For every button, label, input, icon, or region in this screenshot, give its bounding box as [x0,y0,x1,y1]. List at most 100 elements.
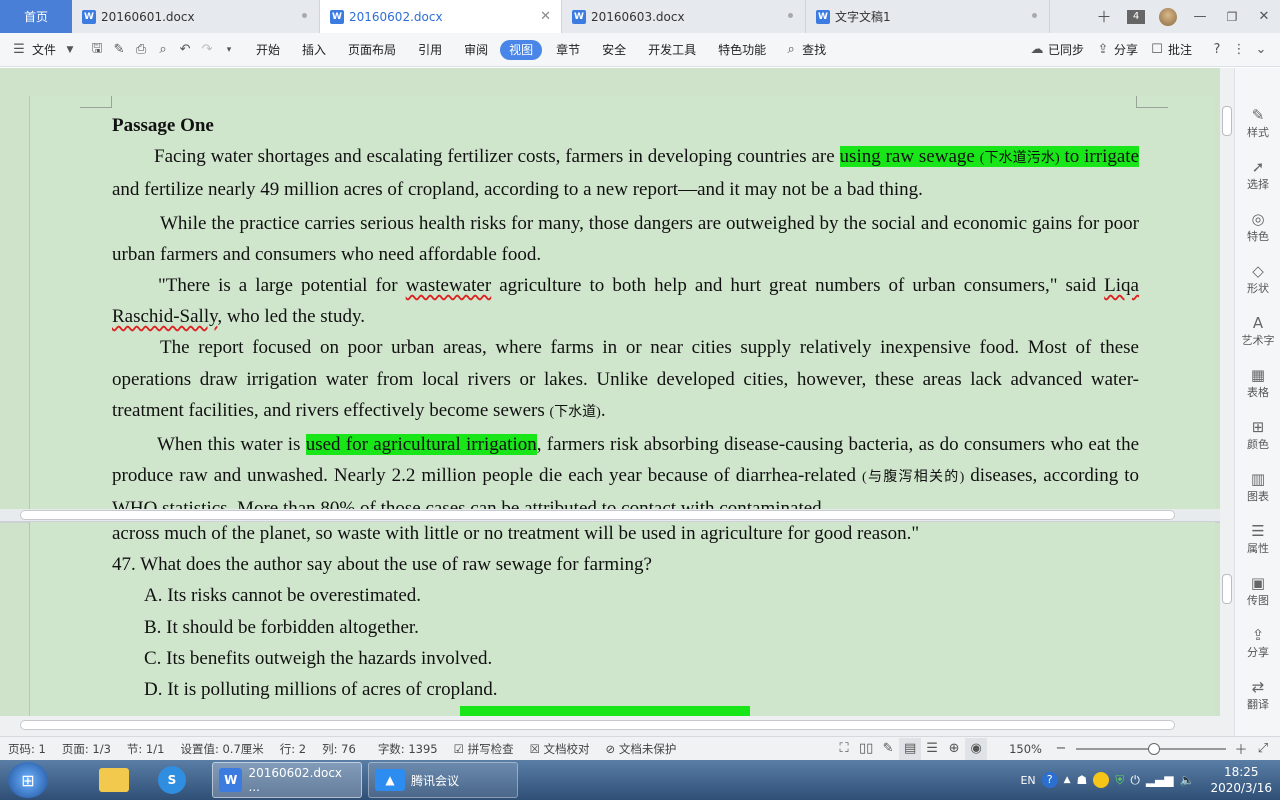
explorer-icon[interactable] [88,762,140,798]
new-tab-plus-icon[interactable]: ＋ [1088,0,1120,33]
quick-access-more-icon[interactable]: ▾ [218,39,240,61]
document-text-upper[interactable]: Passage One Facing water shortages and e… [112,110,1140,525]
restore-icon[interactable]: ❐ [1216,0,1248,33]
zoom-out-icon[interactable]: − [1050,738,1072,760]
panel-select[interactable]: ➚ 选择 [1235,158,1280,192]
wps-task-button[interactable]: W 20160602.docx ... [212,762,362,798]
menu-item-start[interactable]: 开始 [248,40,288,60]
document-text-lower[interactable]: across much of the planet, so waste with… [112,518,1139,716]
menu-item-developer[interactable]: 开发工具 [640,40,704,60]
read-mode-icon[interactable]: ▯▯ [855,738,877,760]
panel-wordart[interactable]: A 艺术字 [1235,314,1280,348]
save-icon[interactable]: 🖫 [86,39,108,61]
page-view-icon[interactable]: ▤ [899,737,922,760]
vertical-scroll-thumb-lower[interactable] [1222,574,1232,604]
spell-check-button[interactable]: ☑ 拼写检查 [446,741,522,757]
chevron-down-icon[interactable]: ▼ [64,39,76,61]
tab-home[interactable]: 首页 [0,0,72,33]
minimize-icon[interactable]: — [1184,0,1216,33]
panel-properties[interactable]: ☰ 属性 [1235,522,1280,556]
status-word-count[interactable]: 字数: 1395 [370,741,446,757]
feature-icon: ◎ [1251,210,1265,228]
sogou-icon[interactable]: S [146,762,198,798]
zoom-level[interactable]: 150% [1001,742,1050,756]
menu-item-security[interactable]: 安全 [594,40,634,60]
tab-bar: 首页 W 20160601.docx W 20160602.docx ✕ W 2… [0,0,1280,33]
status-pages[interactable]: 页面: 1/3 [54,741,119,757]
translate-icon: ⇄ [1251,678,1265,696]
protect-status[interactable]: ⊘ 文档未保护 [598,741,685,757]
tab-doc-4[interactable]: W 文字文稿1 [806,0,1050,33]
zoom-in-icon[interactable]: ＋ [1230,738,1252,760]
close-tab-icon[interactable]: ✕ [540,9,551,24]
search-icon[interactable]: ⌕ [780,39,802,61]
network-share-icon[interactable]: ☗ [1077,773,1088,787]
app-icon[interactable] [1093,772,1110,788]
panel-chart[interactable]: ▥ 图表 [1235,470,1280,504]
clock[interactable]: 18:25 2020/3/16 [1210,764,1272,796]
panel-share[interactable]: ⇪ 分享 [1235,626,1280,660]
panel-translate[interactable]: ⇄ 翻译 [1235,678,1280,712]
share-button[interactable]: 分享 [1114,40,1146,60]
panel-shape[interactable]: ◇ 形状 [1235,262,1280,296]
fullscreen-icon[interactable]: ⛶ [833,738,855,760]
search-button[interactable]: 查找 [802,40,834,60]
image-icon: ▣ [1250,574,1266,592]
menu-item-features[interactable]: 特色功能 [710,40,774,60]
language-indicator[interactable]: EN [1020,774,1035,787]
menu-item-insert[interactable]: 插入 [294,40,334,60]
format-painter-icon[interactable]: ✎ [108,39,130,61]
eye-protect-icon[interactable]: ◉ [965,737,988,760]
paragraph-3: "There is a large potential for wastewat… [112,275,1139,328]
help-icon[interactable]: ? [1041,772,1058,788]
highlight-text: using raw sewage (下水道污水) to irrigate [839,146,1140,168]
tab-doc-2[interactable]: W 20160602.docx ✕ [320,0,562,33]
tab-count-button[interactable]: 4 [1120,0,1152,33]
menu-item-review[interactable]: 审阅 [456,40,496,60]
close-window-icon[interactable]: ✕ [1248,0,1280,33]
sync-status[interactable]: 已同步 [1048,40,1092,60]
menu-item-chapter[interactable]: 章节 [548,40,588,60]
redo-icon[interactable]: ↷ [196,39,218,61]
chart-icon: ▥ [1250,470,1266,488]
power-icon[interactable]: ⏻ [1130,773,1140,788]
signal-icon[interactable]: ▂▄▆ [1146,773,1174,787]
tab-doc-1[interactable]: W 20160601.docx [72,0,320,33]
vertical-scrollbar[interactable] [1220,68,1234,736]
menu-item-view[interactable]: 视图 [500,39,543,60]
volume-icon[interactable]: 🔈 [1180,773,1195,787]
more-options-icon[interactable]: ⋮ [1228,39,1250,61]
panel-upload-image[interactable]: ▣ 传图 [1235,574,1280,608]
undo-icon[interactable]: ↶ [174,39,196,61]
panel-style[interactable]: ✎ 样式 [1235,106,1280,140]
tab-doc-3[interactable]: W 20160603.docx [562,0,806,33]
start-button[interactable]: ⊞ [8,762,48,798]
shield-icon[interactable]: ⛨ [1115,773,1124,788]
help-icon[interactable]: ? [1206,39,1228,61]
print-preview-icon[interactable]: ⌕ [152,39,174,61]
user-avatar[interactable] [1152,0,1184,33]
properties-icon: ☰ [1251,522,1265,540]
web-view-icon[interactable]: ⊕ [943,738,965,760]
share-icon: ⇪ [1097,42,1109,57]
zoom-slider[interactable] [1076,742,1226,755]
comment-button[interactable]: 批注 [1168,40,1200,60]
windows-taskbar: ⊞ S W 20160602.docx ... ▲ 腾讯会议 EN ? ▲ ☗ ⛨ … [0,760,1280,800]
write-mode-icon[interactable]: ✎ [877,738,899,760]
meeting-task-button[interactable]: ▲ 腾讯会议 [368,762,518,798]
menu-item-layout[interactable]: 页面布局 [340,40,404,60]
horizontal-scrollbar-lower[interactable] [0,716,1220,736]
vertical-scroll-thumb-upper[interactable] [1222,106,1232,136]
tray-arrow-icon[interactable]: ▲ [1064,775,1071,785]
outline-view-icon[interactable]: ☰ [921,738,943,760]
menu-item-reference[interactable]: 引用 [410,40,450,60]
hamburger-icon[interactable]: ☰ [8,39,30,61]
proofread-button[interactable]: ☒ 文档校对 [522,741,598,757]
collapse-ribbon-icon[interactable]: ⌄ [1250,39,1272,61]
panel-color[interactable]: ⊞ 颜色 [1235,418,1280,452]
fit-page-icon[interactable]: ⤢ [1252,738,1274,760]
panel-feature[interactable]: ◎ 特色 [1235,210,1280,244]
panel-table[interactable]: ▦ 表格 [1235,366,1280,400]
menu-file[interactable]: 文件 [30,40,64,60]
print-icon[interactable]: ⎙ [130,39,152,61]
